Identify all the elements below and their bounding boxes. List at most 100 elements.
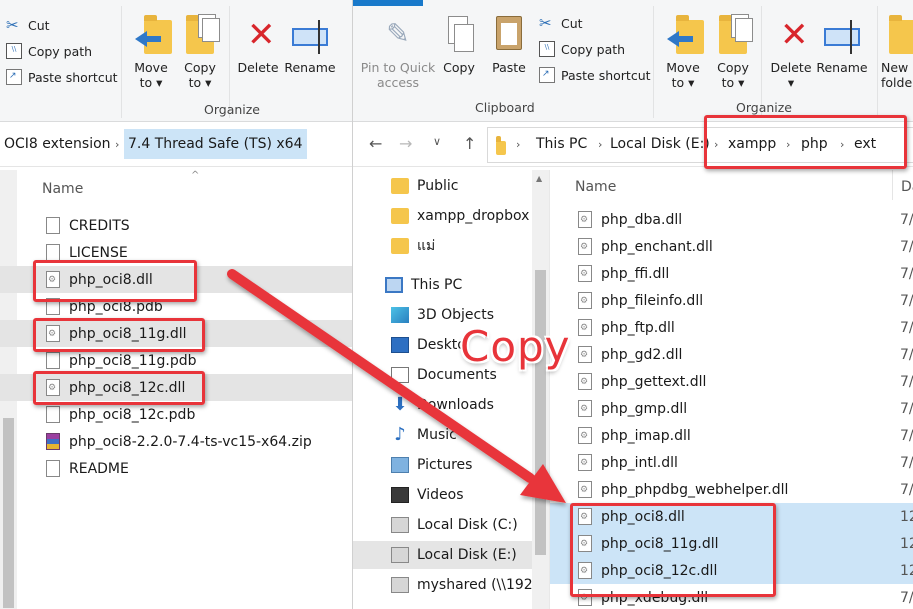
right-file-row[interactable]: php_intl.dll 7/ bbox=[550, 449, 913, 476]
file-name: LICENSE bbox=[69, 244, 128, 261]
nav-item[interactable]: Pictures bbox=[353, 451, 532, 479]
nav-item[interactable]: myshared (\\192 bbox=[353, 571, 533, 599]
file-date: 7/ bbox=[900, 454, 913, 471]
highlight-box-ext-path bbox=[704, 115, 907, 169]
right-move-to-label: Move bbox=[666, 60, 700, 75]
left-rename-button[interactable]: Rename bbox=[282, 14, 338, 75]
file-name: php_gd2.dll bbox=[601, 346, 683, 363]
file-name: php_imap.dll bbox=[601, 427, 691, 444]
right-column-date[interactable]: Da bbox=[901, 179, 913, 195]
highlight-box-source-oci8-11g bbox=[33, 318, 205, 352]
left-delete-button[interactable]: ✕ Delete bbox=[230, 14, 286, 75]
dll-file-icon bbox=[578, 400, 592, 417]
right-move-to-button[interactable]: Move to ▾ bbox=[655, 14, 711, 90]
nav-item-label: 3D Objects bbox=[417, 307, 495, 323]
up-arrow-icon[interactable]: ↑ bbox=[463, 134, 476, 153]
right-rename-button[interactable]: Rename bbox=[814, 14, 870, 75]
left-file-row[interactable]: README bbox=[0, 455, 352, 482]
nav-item[interactable]: Videos bbox=[353, 481, 532, 509]
left-copy-to-label: Copy bbox=[184, 60, 216, 75]
file-name: php_fileinfo.dll bbox=[601, 292, 704, 309]
right-copy-to-chevron: to ▾ bbox=[721, 75, 745, 90]
right-cut-button[interactable]: ✂ Cut bbox=[539, 12, 583, 34]
file-date: 12 bbox=[900, 535, 913, 552]
left-cut-button[interactable]: ✂ Cut bbox=[6, 14, 50, 36]
left-address-bar[interactable]: OCI8 extension › 7.4 Thread Safe (TS) x6… bbox=[0, 123, 352, 167]
right-move-to-chevron: to ▾ bbox=[671, 75, 695, 90]
right-delete-button[interactable]: ✕ Delete ▾ bbox=[763, 14, 819, 90]
left-copy-path-button[interactable]: \\ Copy path bbox=[6, 40, 92, 62]
nav-item-label: Deskto bbox=[417, 337, 466, 353]
nav-item[interactable]: แม่ bbox=[353, 232, 532, 260]
highlight-box-source-oci8-12c bbox=[33, 371, 205, 405]
right-file-row[interactable]: php_gd2.dll 7/ bbox=[550, 341, 913, 368]
right-file-row[interactable]: php_dba.dll 7/ bbox=[550, 206, 913, 233]
crumb-this-pc[interactable]: This PC bbox=[536, 136, 587, 152]
crumb-local-disk-e[interactable]: Local Disk (E:) bbox=[610, 136, 710, 152]
file-name: php_gmp.dll bbox=[601, 400, 688, 417]
left-file-row[interactable]: php_oci8_12c.pdb bbox=[0, 401, 352, 428]
recent-chevron-icon[interactable]: ∨ bbox=[433, 135, 441, 148]
nav-item[interactable]: This PC bbox=[353, 271, 532, 299]
right-column-name[interactable]: Name bbox=[575, 179, 616, 195]
left-copy-to-button[interactable]: Copy to ▾ bbox=[172, 14, 228, 90]
right-delete-label: Delete bbox=[770, 60, 812, 75]
pin-icon: ✎ bbox=[386, 17, 410, 50]
right-file-row[interactable]: php_ffi.dll 7/ bbox=[550, 260, 913, 287]
scissors-icon: ✂ bbox=[539, 14, 552, 32]
file-name: php_oci8_11g.pdb bbox=[69, 352, 197, 369]
rename-icon bbox=[290, 14, 330, 56]
dll-file-icon bbox=[578, 346, 592, 363]
right-file-row[interactable]: php_enchant.dll 7/ bbox=[550, 233, 913, 260]
right-file-row[interactable]: php_ftp.dll 7/ bbox=[550, 314, 913, 341]
right-paste-button[interactable]: Paste bbox=[481, 14, 537, 75]
dll-file-icon bbox=[578, 481, 592, 498]
right-file-row[interactable]: php_phpdbg_webhelper.dll 7/ bbox=[550, 476, 913, 503]
right-paste-shortcut-label: Paste shortcut bbox=[561, 67, 651, 83]
nav-item-label: This PC bbox=[411, 277, 463, 293]
breadcrumb-chevron-icon: › bbox=[115, 138, 120, 151]
zip-archive-icon bbox=[46, 433, 60, 450]
nav-item[interactable]: Local Disk (E:) bbox=[353, 541, 532, 569]
scrollbar-thumb[interactable] bbox=[535, 270, 546, 555]
highlight-box-target-files bbox=[570, 503, 776, 597]
right-copy-to-button[interactable]: Copy to ▾ bbox=[705, 14, 761, 90]
pin-label: Pin to Quick bbox=[360, 60, 436, 75]
left-move-to-label: Move bbox=[134, 60, 168, 75]
pc-icon bbox=[385, 277, 403, 293]
file-icon bbox=[46, 352, 60, 369]
nav-item[interactable]: ⬇ Downloads bbox=[353, 391, 532, 419]
left-file-row[interactable]: php_oci8-2.2.0-7.4-ts-vc15-x64.zip bbox=[0, 428, 352, 455]
back-arrow-icon[interactable]: ← bbox=[369, 134, 382, 153]
right-paste-shortcut-button[interactable]: Paste shortcut bbox=[539, 64, 651, 86]
new-folder-icon bbox=[881, 14, 913, 56]
nav-item[interactable]: xampp_dropbox bbox=[353, 202, 532, 230]
nav-item[interactable]: Local Disk (C:) bbox=[353, 511, 532, 539]
dll-file-icon bbox=[578, 292, 592, 309]
right-copy-button[interactable]: Copy bbox=[431, 14, 487, 75]
pin-to-quick-access-button[interactable]: ✎ Pin to Quick access bbox=[357, 14, 439, 90]
file-date: 7/ bbox=[900, 481, 913, 498]
forward-arrow-icon[interactable]: → bbox=[399, 134, 412, 153]
right-copy-path-button[interactable]: \\ Copy path bbox=[539, 38, 625, 60]
nav-item-label: Local Disk (C:) bbox=[417, 517, 518, 533]
scroll-up-icon[interactable]: ▲ bbox=[536, 174, 542, 183]
left-crumb-current[interactable]: 7.4 Thread Safe (TS) x64 bbox=[124, 129, 307, 159]
paste-shortcut-icon bbox=[6, 69, 22, 85]
new-folder-button[interactable]: New folde bbox=[881, 14, 913, 90]
left-paste-shortcut-button[interactable]: Paste shortcut bbox=[6, 66, 118, 88]
nav-item[interactable]: ♪ Music bbox=[353, 421, 532, 449]
right-delete-chevron: ▾ bbox=[787, 75, 795, 90]
right-file-row[interactable]: php_gettext.dll 7/ bbox=[550, 368, 913, 395]
left-file-row[interactable]: CREDITS bbox=[0, 212, 352, 239]
right-file-row[interactable]: php_imap.dll 7/ bbox=[550, 422, 913, 449]
nav-pane-scrollbar[interactable]: ▲ bbox=[532, 170, 549, 609]
left-crumb-parent[interactable]: OCI8 extension bbox=[4, 136, 111, 152]
right-file-row[interactable]: php_gmp.dll 7/ bbox=[550, 395, 913, 422]
left-column-name[interactable]: Name bbox=[42, 181, 83, 197]
dll-file-icon bbox=[578, 427, 592, 444]
right-file-row[interactable]: php_fileinfo.dll 7/ bbox=[550, 287, 913, 314]
file-name: php_oci8-2.2.0-7.4-ts-vc15-x64.zip bbox=[69, 433, 312, 450]
left-move-to-button[interactable]: Move to ▾ bbox=[123, 14, 179, 90]
nav-item[interactable]: Public bbox=[353, 172, 532, 200]
